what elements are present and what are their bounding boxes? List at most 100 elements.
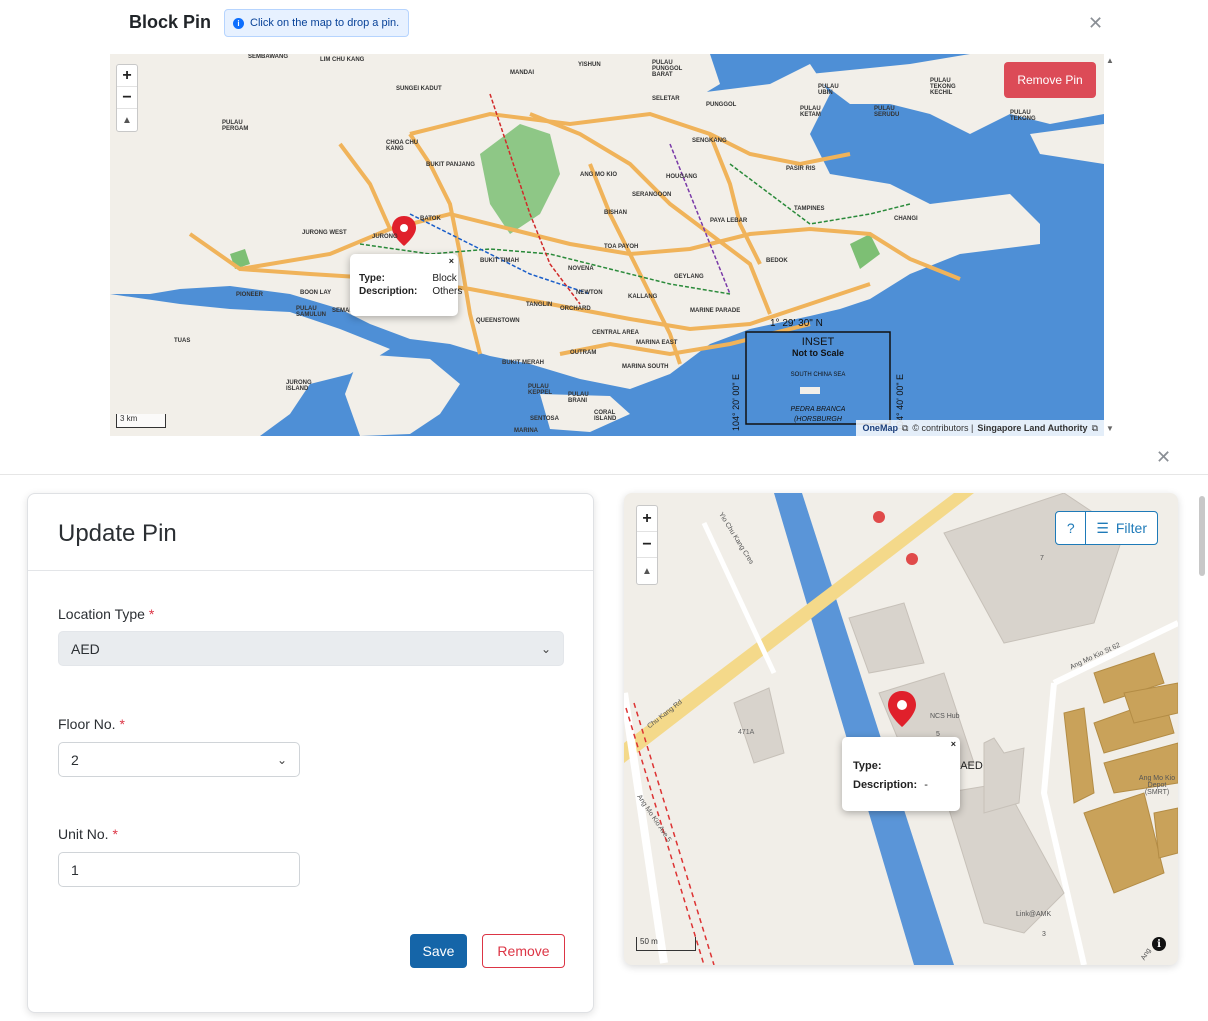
location-type-value: AED bbox=[71, 640, 100, 657]
zoom-out-button[interactable]: − bbox=[117, 87, 137, 109]
modal-title: Block Pin bbox=[129, 12, 212, 32]
label-changi: CHANGI bbox=[894, 216, 918, 222]
inset-sea: SOUTH CHINA SEA bbox=[790, 372, 846, 378]
inset-lon-left: 104° 20' 00" E bbox=[731, 373, 741, 431]
label-pulau-brani: PULAU BRANI bbox=[568, 392, 589, 404]
compass-button[interactable]: ▲ bbox=[117, 109, 137, 131]
link-label: Link@AMK bbox=[1016, 911, 1052, 918]
page-scrollbar[interactable] bbox=[1198, 476, 1206, 1021]
label-choa-chu-kang: CHOA CHU KANG bbox=[386, 140, 419, 152]
floor-no-label: Floor No. * bbox=[58, 716, 125, 732]
scrollbar-thumb[interactable] bbox=[1199, 496, 1205, 576]
poi-marker-2[interactable] bbox=[906, 553, 918, 565]
label-pulau-tekong-kechil: PULAU TEKONG KECHIL bbox=[930, 78, 956, 96]
label-queenstown: QUEENSTOWN bbox=[476, 318, 520, 324]
place-label-layer: SEMBAWANG LIM CHU KANG MANDAI YISHUN PUL… bbox=[110, 54, 1104, 436]
floor-no-select[interactable]: 2 ⌄ bbox=[58, 742, 300, 777]
label-coral-island: CORAL ISLAND bbox=[594, 410, 617, 422]
popup-close-icon[interactable]: × bbox=[951, 739, 956, 749]
update-pin-card: Update Pin Location Type * AED ⌄ Floor N… bbox=[27, 493, 594, 1013]
scroll-down-icon[interactable]: ▼ bbox=[1106, 424, 1114, 433]
popup-description-label: Description: bbox=[853, 779, 918, 791]
label-newton: NEWTON bbox=[576, 290, 603, 296]
label-marina-south: MARINA SOUTH bbox=[622, 364, 669, 370]
popup-table: Type: Block Description: Others bbox=[356, 272, 465, 298]
info-icon: i bbox=[233, 17, 244, 29]
poi-marker-1[interactable] bbox=[873, 511, 885, 523]
block-label: 471A bbox=[738, 729, 755, 736]
label-pulau-punggol-barat: PULAU PUNGGOL BARAT bbox=[652, 60, 683, 78]
zoom-control: + − ▲ bbox=[636, 505, 658, 585]
label-marine-parade: MARINE PARADE bbox=[690, 308, 741, 314]
popup-description-value: - bbox=[924, 779, 928, 791]
zoom-out-button[interactable]: − bbox=[637, 532, 657, 558]
label-jurong: JURONG bbox=[372, 234, 398, 240]
label-bishan: BISHAN bbox=[604, 210, 628, 216]
label-seletar: SELETAR bbox=[652, 96, 680, 102]
label-batok: BATOK bbox=[420, 216, 441, 222]
label-serangoon: SERANGOON bbox=[632, 192, 672, 198]
location-type-label: Location Type * bbox=[58, 606, 154, 622]
label-jurong-west: JURONG WEST bbox=[302, 230, 347, 236]
label-marina: MARINA bbox=[514, 428, 538, 434]
inset-island: PEDRA BRANCA bbox=[790, 406, 846, 413]
close-icon[interactable]: ✕ bbox=[1156, 448, 1171, 466]
zoom-in-button[interactable]: + bbox=[117, 65, 137, 87]
label-geylang: GEYLANG bbox=[674, 274, 704, 280]
unit-no-input[interactable]: 1 bbox=[58, 852, 300, 887]
popup-table: Type: AED Description: - bbox=[850, 759, 986, 792]
filter-icon: ☰ bbox=[1096, 519, 1109, 536]
map-attribution: OneMap ⧉ © contributors | Singapore Land… bbox=[856, 420, 1104, 436]
label-kallang: KALLANG bbox=[628, 294, 658, 300]
label-tampines: TAMPINES bbox=[794, 206, 825, 212]
label-paya-lebar: PAYA LEBAR bbox=[710, 218, 748, 224]
singapore-map[interactable]: SEMBAWANG LIM CHU KANG MANDAI YISHUN PUL… bbox=[110, 54, 1104, 436]
remove-pin-button[interactable]: Remove Pin bbox=[1004, 62, 1096, 98]
compass-button[interactable]: ▲ bbox=[637, 558, 657, 584]
link-number: 3 bbox=[1042, 931, 1046, 938]
label-mandai: MANDAI bbox=[510, 70, 534, 76]
detail-map-canvas[interactable] bbox=[624, 493, 1178, 965]
attribution-contributors: © contributors | bbox=[912, 423, 974, 433]
label-jurong-island: JURONG ISLAND bbox=[286, 380, 312, 392]
popup-type-label: Type: bbox=[359, 273, 385, 284]
label-punggol: PUNGGOL bbox=[706, 102, 737, 108]
attribution-authority[interactable]: Singapore Land Authority bbox=[977, 423, 1087, 433]
label-yishun: YISHUN bbox=[578, 62, 601, 68]
zoom-control: + − ▲ bbox=[116, 64, 138, 132]
required-marker: * bbox=[148, 606, 155, 622]
zoom-in-button[interactable]: + bbox=[637, 506, 657, 532]
required-marker: * bbox=[112, 826, 118, 842]
attribution-brand[interactable]: OneMap bbox=[862, 423, 898, 433]
help-button[interactable]: ? bbox=[1056, 512, 1087, 544]
inset-lon-right: 104° 40' 00" E bbox=[895, 373, 905, 431]
label-pulau-tekong: PULAU TEKONG bbox=[1010, 110, 1036, 122]
popup-description-label: Description: bbox=[359, 286, 418, 297]
scroll-up-icon[interactable]: ▲ bbox=[1106, 56, 1114, 65]
popup-type-value: Block bbox=[432, 273, 457, 284]
detail-map[interactable]: Yio Chu Kang Cres Chu Kang Rd Ang Mo Kio… bbox=[624, 493, 1178, 965]
info-text: Click on the map to drop a pin. bbox=[250, 17, 400, 29]
unit-no-label: Unit No. * bbox=[58, 826, 118, 842]
block-pin-header: Block Pin i Click on the map to drop a p… bbox=[0, 0, 1208, 50]
label-hougang: HOUGANG bbox=[666, 174, 698, 180]
location-type-select[interactable]: AED ⌄ bbox=[58, 631, 564, 666]
scale-bar: 3 km bbox=[116, 414, 166, 428]
pin-popup: × Type: Block Description: Others bbox=[350, 254, 462, 316]
label-pioneer: PIONEER bbox=[236, 292, 264, 298]
info-icon[interactable]: i bbox=[1152, 937, 1166, 951]
label-orchard: ORCHARD bbox=[560, 306, 591, 312]
label-pulau-samulun: PULAU SAMULUN bbox=[296, 306, 326, 318]
save-button[interactable]: Save bbox=[410, 934, 467, 968]
popup-close-icon[interactable]: × bbox=[449, 256, 454, 266]
card-title: Update Pin bbox=[58, 520, 177, 547]
section-divider bbox=[0, 474, 1208, 475]
remove-button[interactable]: Remove bbox=[482, 934, 565, 968]
close-icon[interactable]: ✕ bbox=[1088, 14, 1103, 32]
label-boon-lay: BOON LAY bbox=[300, 290, 332, 296]
label-ang-mo-kio: ANG MO KIO bbox=[580, 172, 617, 178]
filter-button[interactable]: ☰ Filter bbox=[1086, 512, 1157, 544]
inset-subtitle: Not to Scale bbox=[791, 348, 844, 358]
label-pulau-ketam: PULAU KETAM bbox=[800, 106, 821, 118]
label-tuas: TUAS bbox=[174, 338, 191, 344]
